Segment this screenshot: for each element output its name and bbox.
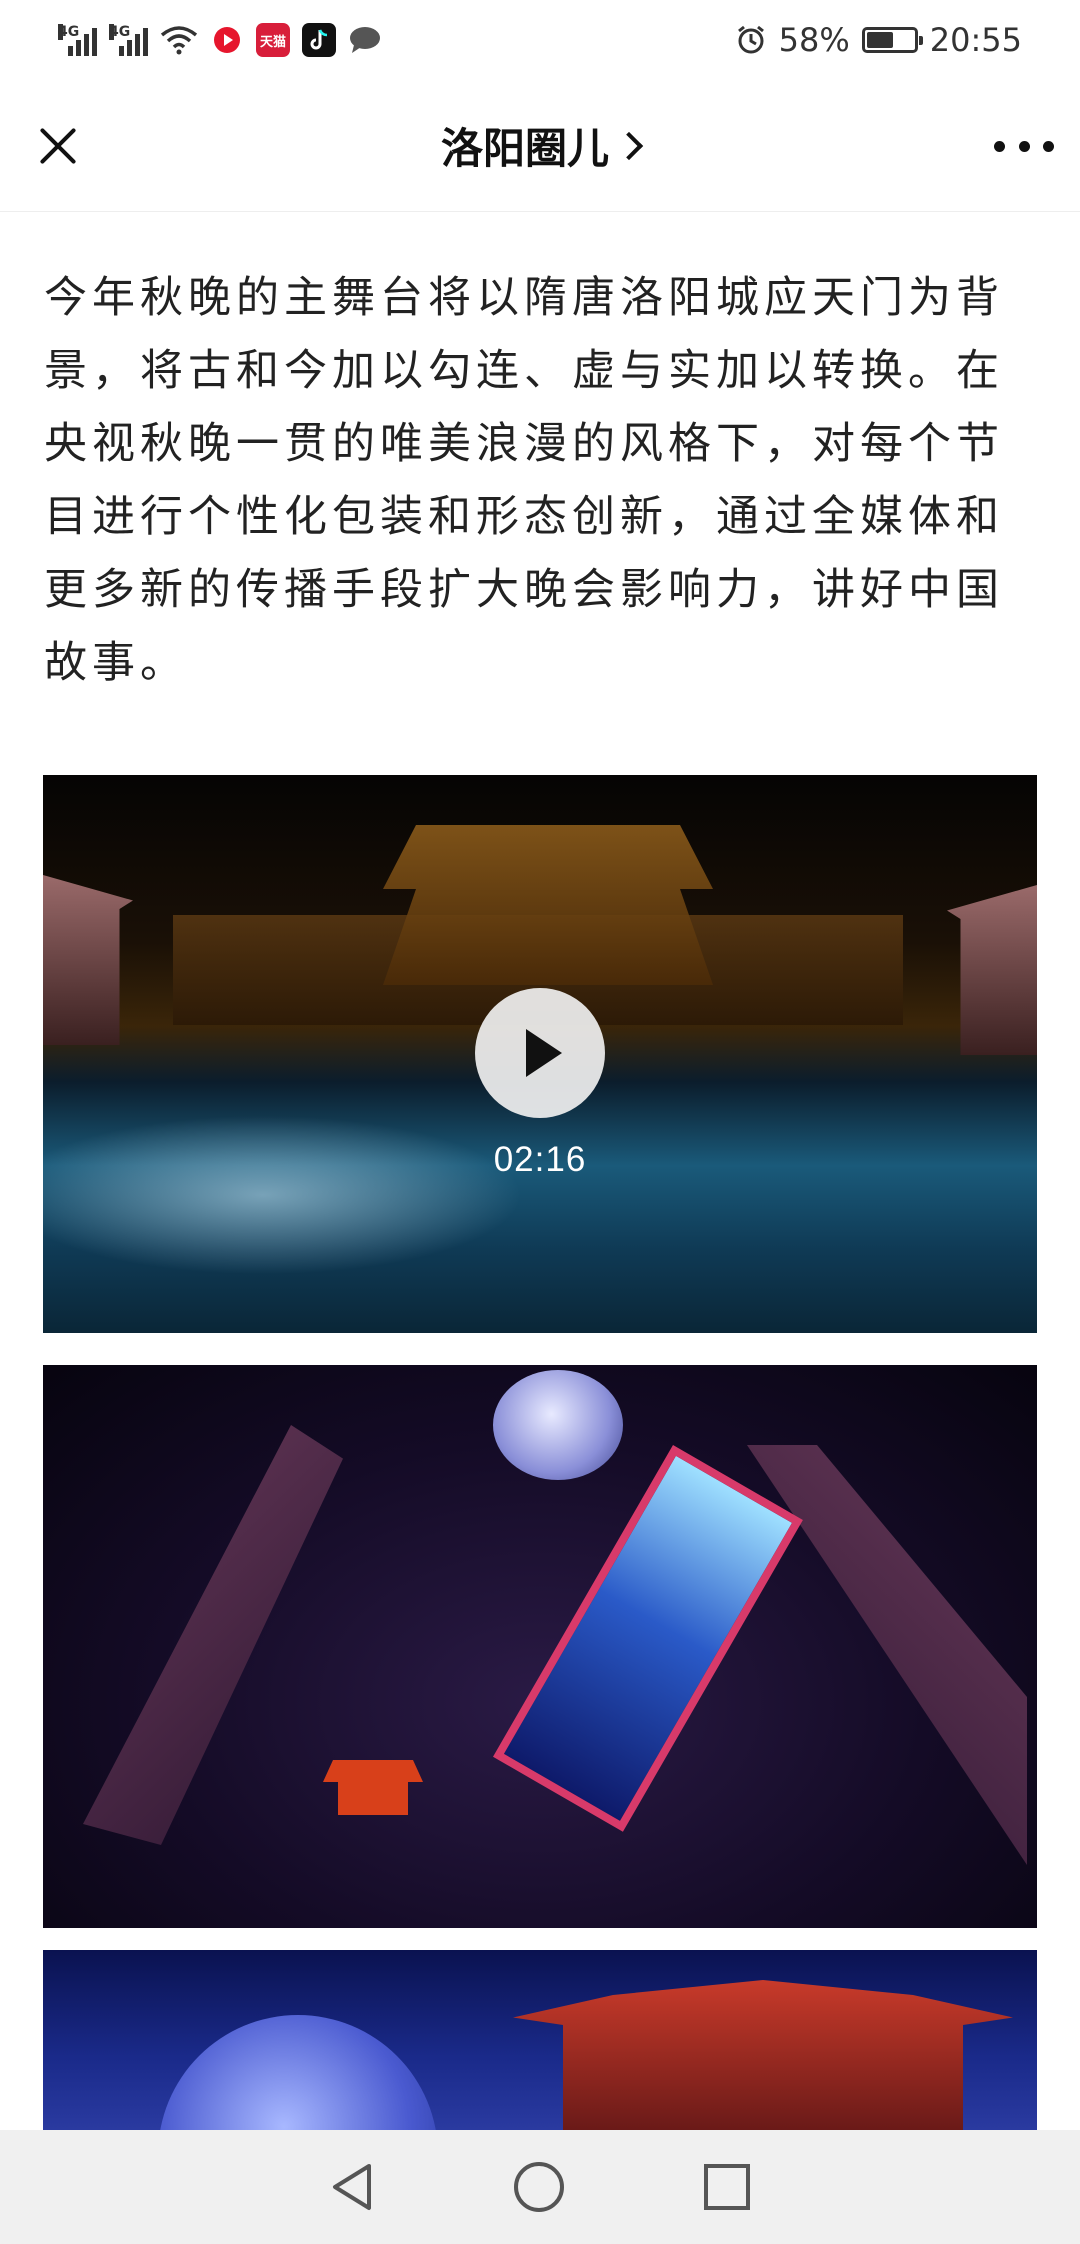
video-overlay: 02:16 [43, 775, 1037, 1333]
account-title-link[interactable]: 洛阳圈儿 [440, 115, 644, 176]
back-icon [333, 2164, 371, 2210]
image-wall-left [83, 1425, 343, 1845]
tmall-icon: 天猫 [256, 23, 290, 57]
recents-icon [704, 2164, 750, 2210]
image-red-pavilion [323, 1760, 423, 1815]
home-icon [514, 2162, 564, 2212]
image-palace-roof [513, 1980, 1013, 2130]
close-button[interactable] [30, 118, 86, 174]
battery-fill [866, 32, 894, 48]
alarm-icon [737, 25, 764, 54]
battery-icon [861, 27, 923, 53]
status-bar: 4G 4G 天猫 58% 20:55 [0, 0, 1080, 80]
image-wall-right [747, 1445, 1027, 1865]
article-paragraph: 今年秋晚的主舞台将以隋唐洛阳城应天门为背景，将古和今加以勾连、虚与实加以转换。在… [44, 273, 1004, 688]
top-nav-bar: 洛阳圈儿 [0, 80, 1080, 212]
video-player[interactable]: 02:16 [43, 775, 1037, 1333]
page-title: 洛阳圈儿 [440, 124, 609, 173]
more-dot-icon [1018, 140, 1030, 152]
more-dot-icon [1043, 140, 1054, 152]
message-icon [350, 27, 380, 53]
clock: 20:55 [929, 21, 1022, 59]
article-image[interactable] [43, 1365, 1037, 1928]
system-nav-bar [0, 2130, 1080, 2244]
back-button[interactable] [329, 2162, 375, 2212]
article-image-2[interactable] [43, 1950, 1037, 2130]
tiktok-icon [302, 23, 336, 57]
signal-icon: 4G [58, 24, 97, 56]
wifi-icon [160, 26, 198, 55]
signal-label-2: 4G [109, 24, 131, 40]
weibo-icon [210, 23, 244, 57]
video-duration: 02:16 [493, 1140, 587, 1179]
play-button[interactable] [475, 988, 605, 1118]
recents-button[interactable] [703, 2163, 751, 2211]
more-button[interactable] [994, 126, 1054, 166]
signal-icon-2: 4G [109, 24, 148, 56]
status-right: 58% 20:55 [735, 21, 1022, 59]
home-button[interactable] [513, 2161, 565, 2213]
battery-percent: 58% [778, 21, 850, 59]
status-left: 4G 4G 天猫 [58, 23, 382, 57]
more-dot-icon [994, 140, 1005, 152]
signal-label: 4G [58, 24, 80, 40]
image-moon [493, 1370, 623, 1480]
image-scroll-painting [493, 1445, 803, 1832]
chevron-right-icon [614, 131, 644, 160]
image-moon-2 [158, 2015, 438, 2130]
